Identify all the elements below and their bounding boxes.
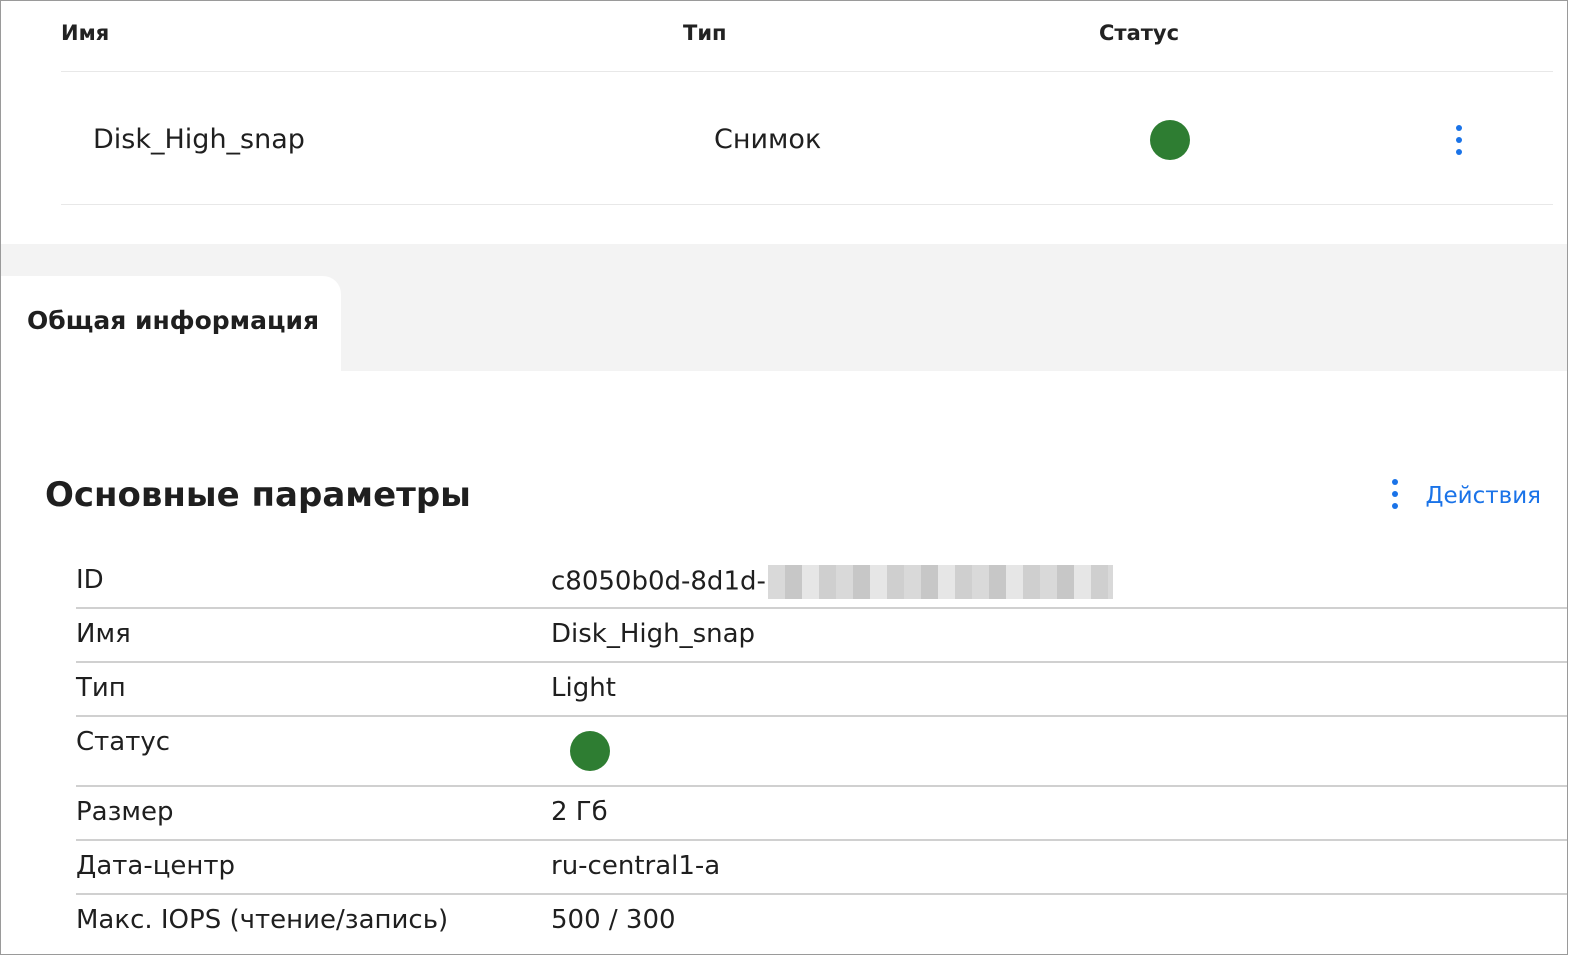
row-type: Снимок: [714, 124, 822, 155]
param-label: Размер: [76, 797, 174, 827]
table-header: Имя Тип Статус: [61, 1, 1553, 72]
actions-button[interactable]: Действия: [1390, 479, 1541, 513]
param-label: Дата-центр: [76, 851, 236, 881]
param-label: Тип: [76, 673, 126, 703]
row-menu-kebab-icon[interactable]: [1454, 125, 1464, 159]
actions-label: Действия: [1425, 483, 1541, 509]
param-row-status: Статус: [76, 717, 1567, 787]
param-row-id: ID c8050b0d-8d1d-: [76, 555, 1567, 609]
param-value: ru-central1-a: [551, 851, 721, 881]
tab-label: Общая информация: [27, 306, 320, 335]
tab-general-info[interactable]: Общая информация: [1, 276, 341, 371]
tab-bar: Общая информация: [1, 244, 1567, 371]
param-value: Light: [551, 673, 616, 703]
param-label: ID: [76, 565, 104, 595]
param-value[interactable]: c8050b0d-8d1d-: [551, 565, 1113, 599]
section-title: Основные параметры: [45, 475, 471, 515]
params-list: ID c8050b0d-8d1d- Имя Disk_High_snap Тип…: [76, 555, 1567, 947]
param-row-iops: Макс. IOPS (чтение/запись) 500 / 300: [76, 895, 1567, 947]
table-row[interactable]: Disk_High_snap Снимок: [61, 71, 1553, 205]
column-header-status[interactable]: Статус: [1099, 21, 1179, 45]
param-label: Статус: [76, 727, 171, 757]
id-value: c8050b0d-8d1d-: [551, 566, 766, 597]
snapshot-page: Имя Тип Статус Disk_High_snap Снимок Общ…: [0, 0, 1568, 955]
row-name[interactable]: Disk_High_snap: [93, 124, 305, 155]
status-indicator: [570, 731, 610, 771]
param-row-datacenter: Дата-центр ru-central1-a: [76, 841, 1567, 895]
param-row-name: Имя Disk_High_snap: [76, 609, 1567, 663]
param-label: Макс. IOPS (чтение/запись): [76, 905, 449, 935]
status-indicator: [1150, 120, 1190, 160]
column-header-name[interactable]: Имя: [61, 21, 109, 45]
param-label: Имя: [76, 619, 131, 649]
param-row-type: Тип Light: [76, 663, 1567, 717]
column-header-type[interactable]: Тип: [683, 21, 727, 45]
param-value: 500 / 300: [551, 905, 676, 935]
param-value: 2 Гб: [551, 797, 608, 827]
param-row-size: Размер 2 Гб: [76, 787, 1567, 841]
redacted-blur: [767, 565, 1113, 599]
kebab-icon: [1390, 479, 1400, 513]
param-value: Disk_High_snap: [551, 619, 756, 649]
